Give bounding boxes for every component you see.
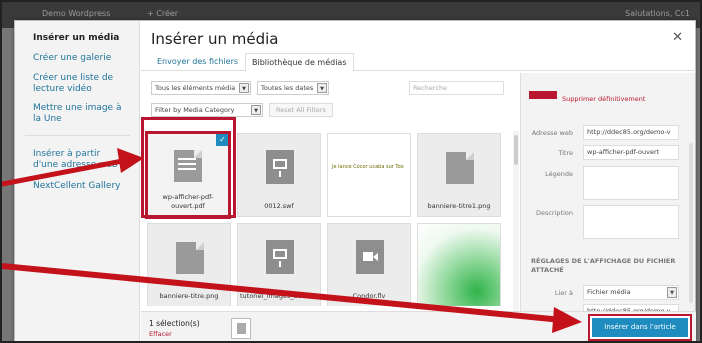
arrow-to-selected-item — [2, 157, 129, 187]
annotation-arrows — [2, 148, 582, 333]
arrow-head-icon — [552, 307, 582, 333]
arrow-to-insert-button — [2, 263, 563, 323]
screenshot-frame: Demo Wordpress + Créer Salutations, Cc1 … — [0, 0, 702, 343]
arrow-head-icon — [117, 148, 144, 173]
